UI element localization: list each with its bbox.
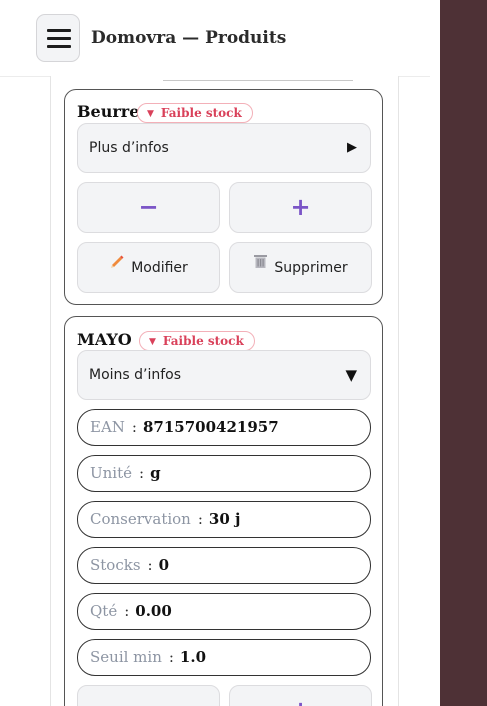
- field-key: Conservation: [90, 510, 191, 528]
- hamburger-icon-line: [47, 37, 71, 40]
- chevron-right-icon: ▶: [347, 140, 357, 155]
- menu-button[interactable]: [36, 14, 80, 62]
- chevron-down-icon: ▼: [345, 366, 357, 384]
- trash-icon: [253, 241, 268, 290]
- field-separator: :: [131, 418, 137, 436]
- decrement-button[interactable]: −: [77, 685, 220, 706]
- minus-icon: −: [138, 696, 158, 706]
- field-unite: Unité: g: [77, 455, 371, 492]
- minus-icon: −: [138, 193, 159, 221]
- page-title: Domovra — Produits: [91, 28, 287, 48]
- field-stocks: Stocks:0: [77, 547, 371, 584]
- product-card-mayo: MAYO ▼ Faible stock Moins d’infos ▼ EAN:8…: [64, 316, 383, 706]
- product-card-beurre: Beurre ▼ Faible stock Plus d’infos ▶ − +: [64, 89, 383, 305]
- edit-button[interactable]: Modifier: [77, 242, 220, 293]
- details-toggle-button[interactable]: Plus d’infos ▶: [77, 123, 371, 173]
- edit-label: Modifier: [131, 259, 188, 276]
- hamburger-icon: [47, 29, 71, 32]
- field-key: Seuil min: [90, 648, 162, 666]
- field-value: 1.0: [179, 648, 207, 666]
- badge-label: Faible stock: [160, 106, 242, 120]
- warning-triangle-icon: ▼: [149, 337, 156, 347]
- field-qte: Qté:0.00: [77, 593, 371, 630]
- field-value: g: [150, 464, 161, 482]
- field-value: 0: [158, 556, 170, 574]
- field-value: 0.00: [135, 602, 172, 620]
- app-page: Domovra — Produits Beurre ▼ Faible stock …: [0, 0, 440, 706]
- decrement-button[interactable]: −: [77, 182, 220, 233]
- product-name: Beurre: [77, 102, 140, 121]
- increment-button[interactable]: +: [229, 182, 372, 233]
- field-key: Unité: [90, 464, 133, 482]
- field-key: EAN: [90, 418, 125, 436]
- field-separator: :: [197, 510, 203, 528]
- product-name: MAYO: [77, 330, 132, 349]
- delete-label: Supprimer: [274, 259, 348, 276]
- low-stock-badge: ▼ Faible stock: [139, 331, 255, 351]
- field-separator: :: [124, 602, 130, 620]
- plus-icon: +: [290, 193, 311, 221]
- delete-button[interactable]: Supprimer: [229, 242, 372, 293]
- field-conservation: Conservation:30 j: [77, 501, 371, 538]
- scrolled-content-edge: [163, 74, 353, 81]
- badge-label: Faible stock: [162, 334, 244, 348]
- field-separator: :: [139, 464, 145, 482]
- field-key: Stocks: [90, 556, 141, 574]
- field-separator: :: [147, 556, 153, 574]
- app-header: Domovra — Produits: [0, 0, 430, 77]
- field-seuil-min: Seuil min:1.0: [77, 639, 371, 676]
- field-value: 30 j: [208, 510, 241, 528]
- field-key: Qté: [90, 602, 118, 620]
- pencil-icon: [109, 241, 125, 290]
- increment-button[interactable]: +: [229, 685, 372, 706]
- field-value: 8715700421957: [142, 418, 279, 436]
- toggle-label: Moins d’infos: [89, 367, 182, 383]
- low-stock-badge: ▼ Faible stock: [137, 103, 253, 123]
- plus-icon: +: [290, 696, 310, 706]
- details-toggle-button[interactable]: Moins d’infos ▼: [77, 350, 371, 400]
- warning-triangle-icon: ▼: [147, 109, 154, 119]
- field-ean: EAN:8715700421957: [77, 409, 371, 446]
- field-separator: :: [168, 648, 174, 666]
- toggle-label: Plus d’infos: [89, 140, 169, 156]
- hamburger-icon-line: [47, 45, 71, 48]
